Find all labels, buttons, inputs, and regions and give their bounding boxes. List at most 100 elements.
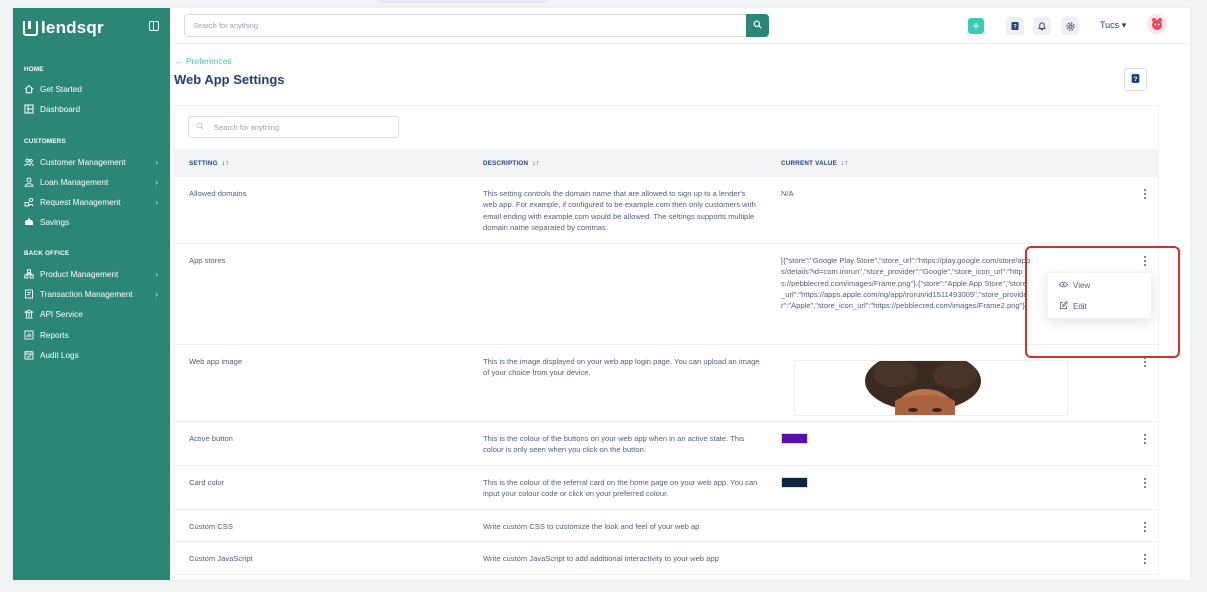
setting-value xyxy=(781,433,1031,444)
sidebar-item-label: Request Management xyxy=(40,197,121,207)
sidebar-item-label: Dashboard xyxy=(40,104,81,114)
chevron-right-icon: › xyxy=(155,157,158,167)
setting-value: N/A xyxy=(781,189,794,198)
bell-icon[interactable] xyxy=(1033,17,1051,35)
column-header-current-value[interactable]: CURRENT VALUE ↓↑ xyxy=(781,160,848,167)
row-menu-icon[interactable] xyxy=(1141,255,1149,267)
home-icon xyxy=(24,84,34,94)
setting-value xyxy=(781,477,1031,488)
table-row: Custom JavaScript Write custom JavaScrip… xyxy=(175,542,1158,574)
breadcrumb[interactable]: ← Preferences xyxy=(175,56,232,66)
chevron-right-icon: › xyxy=(155,177,158,187)
logo-mark-icon xyxy=(23,20,38,36)
loan-icon xyxy=(24,177,34,187)
row-menu-icon[interactable] xyxy=(1141,553,1149,565)
section-title-customers: CUSTOMERS xyxy=(24,138,66,145)
search-icon xyxy=(753,20,762,31)
user-name: Tucs xyxy=(1100,20,1120,30)
table-row: Card color This is the colour of the ref… xyxy=(175,466,1158,510)
search-button[interactable] xyxy=(746,14,769,37)
table-row: Allowed domains This setting controls th… xyxy=(175,177,1158,244)
section-title-back-office: BACK OFFICE xyxy=(24,250,70,257)
sort-icon: ↓↑ xyxy=(221,160,230,167)
help-book-icon[interactable]: ? xyxy=(1006,17,1024,35)
column-header-label: SETTING xyxy=(189,160,218,167)
sidebar-item-reports[interactable]: Reports xyxy=(24,328,164,342)
setting-name: Card color xyxy=(189,478,225,487)
transaction-icon xyxy=(24,289,34,299)
sidebar-item-label: Transaction Management xyxy=(40,289,133,299)
setting-description: This is the colour of the referral card … xyxy=(483,478,758,499)
row-menu-icon[interactable] xyxy=(1141,477,1149,489)
help-button[interactable]: ? xyxy=(1124,68,1147,91)
table-header: SETTING ↓↑ DESCRIPTION ↓↑ CURRENT VALUE ↓↑ xyxy=(175,149,1158,177)
brand-name: lendsqr xyxy=(41,18,104,37)
product-icon xyxy=(24,269,34,279)
column-header-label: DESCRIPTION xyxy=(483,160,529,167)
chevron-right-icon: › xyxy=(155,289,158,299)
row-menu-icon[interactable] xyxy=(1141,356,1149,368)
sidebar-item-product-management[interactable]: Product Management › xyxy=(24,267,164,281)
arrow-left-icon: ← xyxy=(175,56,184,66)
sidebar-item-label: Audit Logs xyxy=(40,350,79,360)
view-label: View xyxy=(1073,281,1091,290)
sidebar-item-customer-management[interactable]: Customer Management › xyxy=(24,155,164,169)
row-menu-icon[interactable] xyxy=(1141,433,1149,445)
row-menu-icon[interactable] xyxy=(1141,521,1149,533)
sidebar-item-transaction-management[interactable]: Transaction Management › xyxy=(24,287,164,301)
card-color-swatch[interactable] xyxy=(781,477,808,488)
help-book-icon: ? xyxy=(1130,73,1141,86)
api-icon xyxy=(24,309,34,319)
sidebar-item-audit-logs[interactable]: Audit Logs xyxy=(24,348,164,362)
setting-name: Web app image xyxy=(189,357,243,366)
column-header-label: CURRENT VALUE xyxy=(781,160,838,167)
global-search-input[interactable]: Search for anything xyxy=(184,14,745,37)
sort-icon: ↓↑ xyxy=(841,160,849,167)
svg-text:?: ? xyxy=(1013,24,1017,30)
edit-label: Edit xyxy=(1073,302,1087,311)
view-menu-item[interactable]: View xyxy=(1058,281,1091,290)
dashboard-icon xyxy=(24,104,34,114)
active-button-color-swatch[interactable] xyxy=(781,433,808,444)
add-button[interactable]: + xyxy=(968,18,984,34)
topbar: Search for anything + ? Tucs ▾ xyxy=(170,8,1190,44)
table-search-input[interactable]: Search for anything xyxy=(188,116,399,138)
savings-icon xyxy=(24,217,34,227)
request-icon xyxy=(24,197,34,207)
avatar[interactable] xyxy=(1147,14,1167,34)
sidebar-item-label: Get Started xyxy=(40,84,82,94)
sidebar-item-label: API Service xyxy=(40,309,83,319)
setting-name: Active button xyxy=(189,434,233,443)
sidebar-item-label: Customer Management xyxy=(40,157,126,167)
column-header-description[interactable]: DESCRIPTION ↓↑ xyxy=(483,160,540,167)
sidebar-item-label: Savings xyxy=(40,217,70,227)
sidebar-item-api-service[interactable]: API Service xyxy=(24,307,164,321)
sidebar-item-savings[interactable]: Savings xyxy=(24,215,164,229)
column-header-setting[interactable]: SETTING ↓↑ xyxy=(189,160,229,167)
web-app-image-preview[interactable] xyxy=(794,360,1068,416)
table-row: Active button This is the colour of the … xyxy=(175,422,1158,466)
setting-value: [{"store":"Google Play Store","store_url… xyxy=(781,256,1031,311)
users-icon xyxy=(24,157,34,167)
sidebar: lendsqr HOME Get Started Dashboard CUSTO… xyxy=(13,8,170,580)
eye-icon xyxy=(1058,281,1069,290)
brand-logo[interactable]: lendsqr xyxy=(23,18,104,38)
gear-icon[interactable] xyxy=(1061,17,1079,35)
edit-icon xyxy=(1059,301,1068,312)
settings-table-card: Search for anything SETTING ↓↑ DESCRIPTIO… xyxy=(174,105,1159,575)
row-actions-dropdown: View Edit xyxy=(1047,272,1152,319)
sort-icon: ↓↑ xyxy=(532,160,540,167)
row-menu-icon[interactable] xyxy=(1141,188,1149,200)
setting-name: Custom JavaScript xyxy=(189,554,253,563)
sidebar-item-request-management[interactable]: Request Management › xyxy=(24,195,164,209)
setting-name: Allowed domains xyxy=(189,189,247,198)
edit-menu-item[interactable]: Edit xyxy=(1059,301,1087,312)
page-title: Web App Settings xyxy=(174,72,285,87)
user-menu[interactable]: Tucs ▾ xyxy=(1100,20,1126,31)
sidebar-item-get-started[interactable]: Get Started xyxy=(24,82,164,96)
sidebar-collapse-icon[interactable] xyxy=(149,21,159,31)
setting-description: This is the image displayed on your web … xyxy=(483,357,760,378)
search-icon xyxy=(196,122,204,132)
sidebar-item-loan-management[interactable]: Loan Management › xyxy=(24,175,164,189)
sidebar-item-dashboard[interactable]: Dashboard xyxy=(24,102,164,116)
